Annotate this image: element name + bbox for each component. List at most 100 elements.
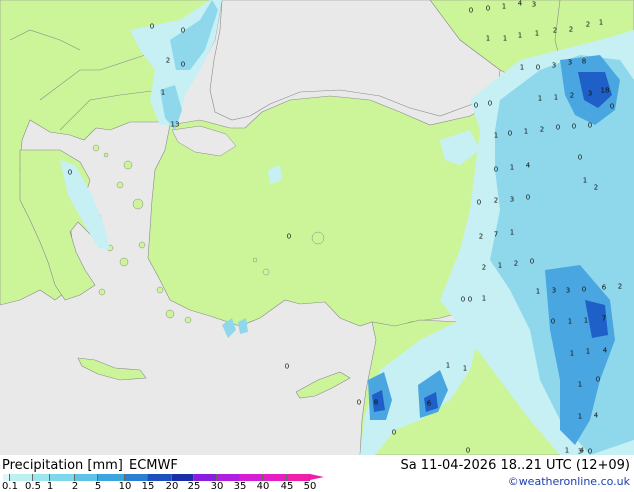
precip-value: 1 bbox=[509, 228, 515, 237]
precip-value: 0 bbox=[577, 153, 583, 162]
precip-value: 2 bbox=[569, 91, 575, 100]
precip-value: 1 bbox=[537, 94, 543, 103]
precip-value: 4 bbox=[517, 0, 523, 8]
precip-value: 3 bbox=[509, 195, 515, 204]
precip-value: 0 bbox=[609, 102, 615, 111]
precip-value: 1 bbox=[493, 131, 499, 140]
precip-value: 0 bbox=[468, 6, 474, 15]
colorbar-segment bbox=[263, 474, 287, 481]
precip-value: 1 bbox=[523, 127, 529, 136]
precip-value: 0 bbox=[476, 198, 482, 207]
legend-bar: Precipitation [mm] ECMWF Sa 11-04-2026 1… bbox=[0, 455, 634, 492]
map-title: Precipitation [mm] ECMWF bbox=[2, 458, 180, 473]
colorbar-arrow bbox=[310, 474, 324, 480]
precip-value: 2 bbox=[481, 263, 487, 272]
colorbar-segment bbox=[287, 474, 310, 481]
colorbar-tick-label: 0.5 bbox=[25, 481, 41, 492]
precip-value: 0 bbox=[356, 398, 362, 407]
precip-value: 0 bbox=[67, 168, 73, 177]
precip-value: 3 bbox=[587, 89, 593, 98]
colorbar-segment bbox=[3, 474, 10, 481]
colorbar-tick-label: 10 bbox=[118, 481, 132, 492]
colorbar-tick-label: 25 bbox=[187, 481, 201, 492]
precip-value: 0 bbox=[487, 99, 493, 108]
precip-value: 7 bbox=[601, 314, 607, 323]
valid-time: Sa 11-04-2026 18..21 UTC (12+09) bbox=[400, 458, 630, 473]
precip-value: 0 bbox=[286, 232, 292, 241]
precip-value: 1 bbox=[535, 287, 541, 296]
colorbar-segment bbox=[33, 474, 50, 481]
precip-value: 0 bbox=[467, 295, 473, 304]
precip-value: 0 bbox=[550, 317, 556, 326]
colorbar-segment bbox=[172, 474, 194, 481]
precip-value: 1 bbox=[564, 446, 570, 455]
precip-value: 1 bbox=[509, 163, 515, 172]
precip-value: 2 bbox=[539, 125, 545, 134]
precip-value: 6 bbox=[426, 399, 432, 408]
precip-value: 2 bbox=[552, 26, 558, 35]
precip-value: 1 bbox=[160, 88, 166, 97]
precip-value: 3 bbox=[567, 58, 573, 67]
model-label: ECMWF bbox=[129, 458, 178, 473]
precip-value: 2 bbox=[593, 183, 599, 192]
precip-value: 1 bbox=[502, 34, 508, 43]
precip-value: 0 bbox=[595, 375, 601, 384]
precip-value: 0 bbox=[180, 26, 186, 35]
precip-value: 4 bbox=[593, 411, 599, 420]
precip-value: 0 bbox=[180, 60, 186, 69]
precip-value: 0 bbox=[571, 122, 577, 131]
precip-value: 0 bbox=[529, 257, 535, 266]
colorbar-segment bbox=[148, 474, 172, 481]
precip-value: 0 bbox=[555, 123, 561, 132]
precip-value: 1 bbox=[583, 316, 589, 325]
colorbar-tick-label: 5 bbox=[94, 481, 102, 492]
product-label: Precipitation [mm] bbox=[2, 458, 123, 473]
precip-value: 6 bbox=[601, 283, 607, 292]
colorbar-segment bbox=[240, 474, 263, 481]
precip-value: 0 bbox=[507, 129, 513, 138]
precip-value: 1 bbox=[577, 380, 583, 389]
colorbar-tick-label: 2 bbox=[71, 481, 79, 492]
colorbar-segment bbox=[125, 474, 148, 481]
precip-value: 0 bbox=[587, 121, 593, 130]
precip-value: 1 bbox=[445, 361, 451, 370]
precip-value: 1 bbox=[501, 2, 507, 11]
precip-value: 13 bbox=[170, 120, 180, 129]
precipitation-map[interactable]: 0 0 1 4 3 0 0 2 0 1 1 1 1 2 2 2 1 1 0 3 3 8 1 1 1 2 3 18 13 0 0 0 1 0 1 2 0 0… bbox=[0, 0, 634, 455]
precip-value: 2 bbox=[478, 232, 484, 241]
precip-value: 8 bbox=[373, 398, 379, 407]
precip-value: 0 bbox=[284, 362, 290, 371]
colorbar-tick-label: 35 bbox=[233, 481, 247, 492]
precip-value: 1 bbox=[582, 176, 588, 185]
precip-value: 0 bbox=[473, 101, 479, 110]
precip-value: 7 bbox=[493, 230, 499, 239]
colorbar-tick-label: 50 bbox=[303, 481, 317, 492]
weather-map-page: 0 0 1 4 3 0 0 2 0 1 1 1 1 2 2 2 1 1 0 3 3 8 1 1 1 2 3 18 13 0 0 0 1 0 1 2 0 0… bbox=[0, 0, 634, 492]
precip-value: 3 bbox=[551, 286, 557, 295]
colorbar-tick-label: 40 bbox=[256, 481, 270, 492]
precip-value: 4 bbox=[525, 161, 531, 170]
colorbar-segment bbox=[194, 474, 217, 481]
precip-value: 0 bbox=[535, 63, 541, 72]
precip-value: 2 bbox=[568, 25, 574, 34]
precip-value: 4 bbox=[602, 346, 608, 355]
precip-value: 1 bbox=[517, 31, 523, 40]
precip-value: 2 bbox=[165, 56, 171, 65]
precip-value: 1 bbox=[553, 93, 559, 102]
colorbar-tick-label: 45 bbox=[280, 481, 294, 492]
credit-link[interactable]: ©weatheronline.co.uk bbox=[508, 475, 630, 488]
precip-value: 0 bbox=[391, 428, 397, 437]
colorbar-segment bbox=[217, 474, 240, 481]
precip-value: 1 bbox=[577, 412, 583, 421]
precip-value: 1 bbox=[519, 63, 525, 72]
precip-value: 0 bbox=[485, 4, 491, 13]
precip-value: 1 bbox=[497, 261, 503, 270]
precip-value: 0 bbox=[525, 193, 531, 202]
precip-value: 0 bbox=[465, 446, 471, 455]
colorbar-tick-label: 1 bbox=[46, 481, 54, 492]
precip-value: 2 bbox=[617, 282, 623, 291]
colorbar-tick-label: 30 bbox=[210, 481, 224, 492]
precip-value: 1 bbox=[485, 34, 491, 43]
colorbar-segment bbox=[10, 474, 33, 481]
precip-value: 3 bbox=[565, 286, 571, 295]
